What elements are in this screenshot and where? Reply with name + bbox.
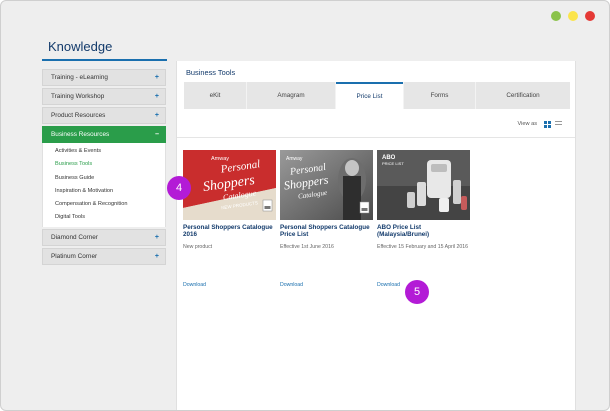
sidebar-item-label: Product Resources (51, 112, 106, 119)
sidebar-item-training-elearning[interactable]: Training - eLearning + (42, 69, 166, 86)
product-title[interactable]: Personal Shoppers Catalogue 2016 (183, 224, 276, 240)
download-link[interactable]: Download (183, 282, 276, 288)
sidebar-item-product-resources[interactable]: Product Resources + (42, 107, 166, 124)
product-description: Effective 1st June 2016 (280, 244, 334, 250)
expand-icon[interactable]: + (155, 253, 159, 260)
tab-ekit[interactable]: eKit (184, 82, 246, 109)
sidebar-item-label: Business Resources (51, 131, 110, 138)
sidebar-item-label: Training Workshop (51, 93, 105, 100)
divider (177, 137, 575, 138)
tab-certification[interactable]: Certification (476, 82, 570, 109)
product-card: Amway Personal Shoppers Catalogue Person… (280, 150, 373, 288)
sidebar-item-label: Platinum Corner (51, 252, 98, 260)
main-panel: Business Tools eKit Amagram Price List F… (176, 61, 576, 410)
close-dot[interactable] (585, 11, 595, 21)
expand-icon[interactable]: + (155, 234, 159, 241)
tab-amagram[interactable]: Amagram (247, 82, 335, 109)
sidebar: Training - eLearning + Training Workshop… (42, 67, 166, 265)
browser-window: Knowledge Training - eLearning + Trainin… (0, 0, 610, 411)
callout-badge: 5 (405, 280, 429, 304)
submenu-item-compensation-recognition[interactable]: Compensation & Recognition (43, 198, 165, 211)
product-title[interactable]: ABO Price List (Malaysia/Brunei) (377, 224, 470, 240)
list-view-icon[interactable] (555, 121, 562, 128)
submenu-item-activities-events[interactable]: Activities & Events (43, 145, 165, 158)
product-description: New product (183, 244, 213, 250)
window-controls (551, 11, 595, 21)
submenu-item-business-guide[interactable]: Business Guide (43, 172, 165, 185)
page-title: Knowledge (48, 39, 113, 54)
sidebar-item-diamond-corner[interactable]: Diamond Corner + (42, 228, 166, 246)
collapse-icon[interactable]: – (155, 131, 159, 138)
product-grid: Amway Personal Shoppers Catalogue NEW PR… (183, 150, 470, 288)
product-thumbnail[interactable]: ABO PRICE LIST (377, 150, 470, 220)
tab-price-list[interactable]: Price List (336, 82, 403, 109)
sidebar-item-training-workshop[interactable]: Training Workshop + (42, 88, 166, 105)
expand-icon[interactable]: + (155, 74, 159, 81)
minimize-dot[interactable] (568, 11, 578, 21)
submenu-item-business-tools[interactable]: Business Tools (43, 158, 165, 171)
sidebar-item-business-resources[interactable]: Business Resources – (42, 126, 166, 143)
product-card: Amway Personal Shoppers Catalogue NEW PR… (183, 150, 276, 288)
thumb-word: PRICE LIST (382, 161, 404, 166)
maximize-dot[interactable] (551, 11, 561, 21)
submenu-item-inspiration-motivation[interactable]: Inspiration & Motivation (43, 185, 165, 198)
sidebar-item-label: Training - eLearning (51, 74, 108, 81)
sidebar-submenu: Activities & Events Business Tools Busin… (42, 143, 166, 227)
grid-view-icon[interactable] (544, 121, 551, 128)
tab-forms[interactable]: Forms (404, 82, 475, 109)
product-thumbnail[interactable]: Amway Personal Shoppers Catalogue NEW PR… (183, 150, 276, 220)
sidebar-item-label: Diamond Corner (51, 233, 98, 241)
thumb-brand: Amway (211, 156, 229, 162)
submenu-item-digital-tools[interactable]: Digital Tools (43, 211, 165, 224)
expand-icon[interactable]: + (155, 112, 159, 119)
product-thumbnail[interactable]: Amway Personal Shoppers Catalogue (280, 150, 373, 220)
product-description: Effective 15 February and 15 April 2016 (377, 244, 469, 250)
expand-icon[interactable]: + (155, 93, 159, 100)
thumb-brand: Amway (286, 156, 303, 162)
title-underline (42, 59, 167, 61)
product-title[interactable]: Personal Shoppers Catalogue Price List (280, 224, 373, 240)
view-as-label: View as (517, 121, 538, 127)
callout-badge: 4 (167, 176, 191, 200)
product-card: ABO PRICE LIST ABO Price List (Malaysia/… (377, 150, 470, 288)
download-link[interactable]: Download (280, 282, 373, 288)
section-title: Business Tools (186, 68, 236, 77)
view-toggle-bar: View as (177, 117, 575, 131)
sidebar-item-platinum-corner[interactable]: Platinum Corner + (42, 247, 166, 265)
tab-bar: eKit Amagram Price List Forms Certificat… (184, 82, 570, 109)
